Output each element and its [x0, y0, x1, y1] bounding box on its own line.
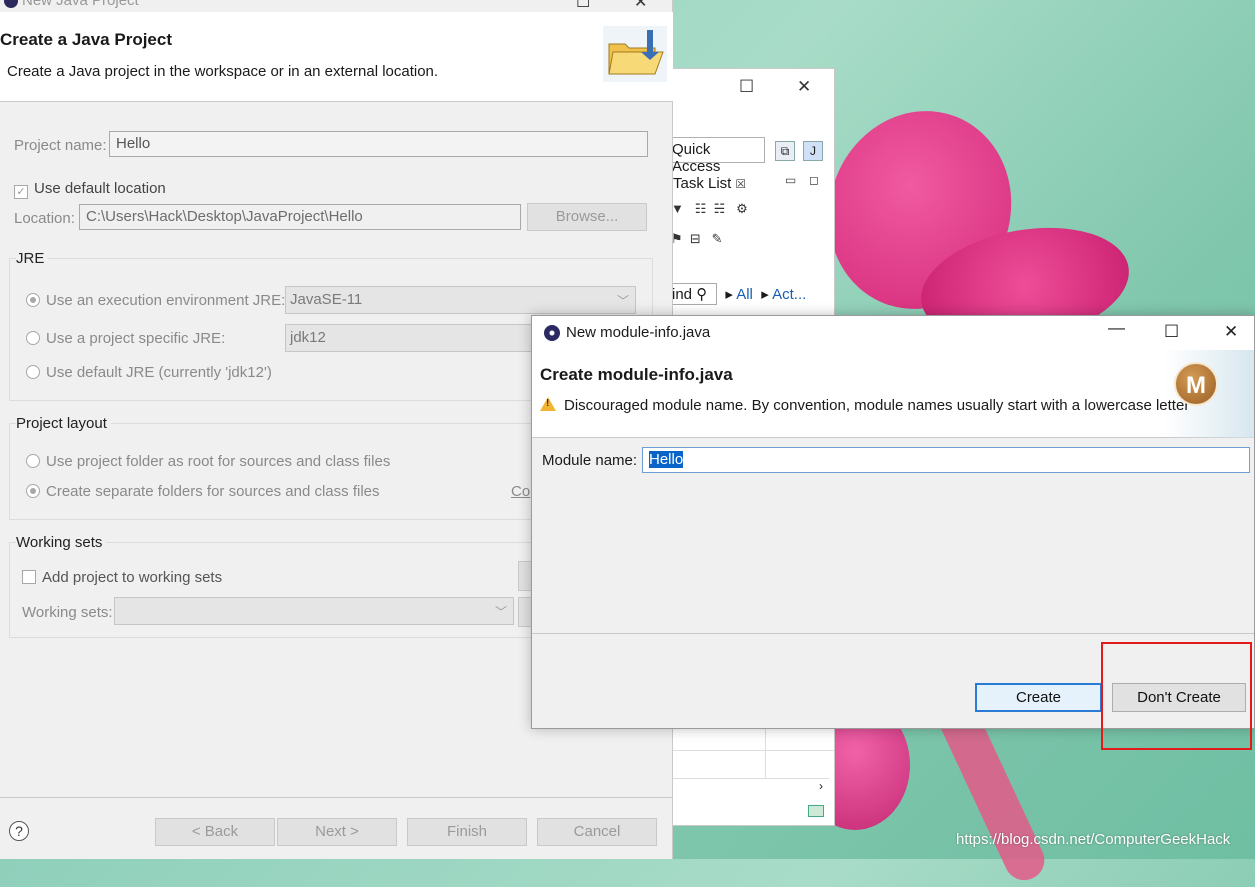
minimize-icon[interactable]: ▭	[785, 173, 796, 187]
window-title: New module-info.java	[566, 324, 711, 341]
page-title: Create module-info.java	[540, 365, 733, 384]
cancel-button[interactable]: Cancel	[537, 818, 657, 846]
jre-env-select[interactable]: JavaSE-11 ﹀	[285, 286, 636, 314]
checkbox-icon: ✓	[14, 185, 28, 199]
task-list-tab[interactable]: Task List ☒	[673, 175, 746, 192]
java-perspective-icon[interactable]: J	[803, 141, 823, 161]
working-sets-field-label: Working sets:	[22, 604, 113, 621]
status-icon	[808, 805, 824, 817]
maximize-icon[interactable]: ☐	[1164, 322, 1179, 342]
project-name-label: Project name:	[14, 137, 107, 154]
horizontal-scrollbar[interactable]: ›	[669, 778, 829, 798]
project-layout-label: Project layout	[16, 415, 111, 432]
close-tab-icon[interactable]: ☒	[735, 177, 746, 191]
chevron-down-icon: ﹀	[494, 605, 507, 619]
layout-root-radio[interactable]: Use project folder as root for sources a…	[26, 453, 390, 470]
finish-button[interactable]: Finish	[407, 818, 527, 846]
button-bar-divider	[532, 633, 1254, 634]
jre-default-radio[interactable]: Use default JRE (currently 'jdk12')	[26, 364, 272, 381]
add-working-sets-checkbox[interactable]: Add project to working sets	[22, 569, 222, 586]
use-default-location-checkbox[interactable]: ✓ Use default location	[14, 180, 166, 199]
workbench-titlebar: ☐ ✕	[661, 69, 834, 105]
open-perspective-icon[interactable]: ⧉	[775, 141, 795, 161]
jre-env-radio[interactable]: Use an execution environment JRE:	[26, 292, 285, 309]
dialog-titlebar: New Java Project	[0, 0, 139, 12]
button-bar-divider	[0, 797, 673, 798]
eclipse-logo-icon	[4, 0, 18, 9]
eclipse-logo-icon	[544, 325, 560, 341]
module-name-value: Hello	[649, 451, 684, 468]
warning-text: Discouraged module name. By convention, …	[564, 397, 1190, 414]
collapse-icon[interactable]: ⊟	[690, 231, 701, 246]
working-sets-label: Working sets	[16, 534, 107, 551]
configure-default-link[interactable]: Co	[511, 483, 530, 500]
task-toolbar-2: ⚑ ⊟ ✎	[671, 231, 723, 247]
activate-link[interactable]: Act...	[772, 286, 806, 303]
sync-icon[interactable]: ⚙	[736, 201, 748, 216]
chevron-down-icon: ﹀	[616, 294, 629, 308]
back-button[interactable]: < Back	[155, 818, 275, 846]
minimize-icon[interactable]: —	[1108, 318, 1125, 338]
task-filter-row: ind ⚲ ▸ All ▸ Act...	[669, 283, 806, 305]
task-list-label: Task List	[673, 175, 732, 192]
browse-button[interactable]: Browse...	[527, 203, 647, 231]
module-badge-icon: M	[1174, 362, 1218, 406]
project-name-input[interactable]: Hello	[109, 131, 648, 157]
watermark-text: https://blog.csdn.net/ComputerGeekHack	[956, 831, 1231, 848]
wizard-header: Create a Java Project Create a Java proj…	[0, 12, 673, 102]
new-folder-icon	[603, 26, 667, 82]
create-button[interactable]: Create	[975, 683, 1102, 712]
warning-message: Discouraged module name. By convention, …	[540, 397, 1189, 414]
location-label: Location:	[14, 210, 75, 227]
wizard-header: Create module-info.java Discouraged modu…	[532, 350, 1254, 438]
dialog-titlebar: New module-info.java — ☐ ✕	[532, 316, 1254, 350]
close-icon[interactable]: ✕	[1224, 322, 1238, 342]
jre-specific-radio[interactable]: Use a project specific JRE:	[26, 330, 225, 347]
next-button[interactable]: Next >	[277, 818, 397, 846]
layout-separate-radio[interactable]: Create separate folders for sources and …	[26, 483, 380, 500]
all-link[interactable]: All	[736, 286, 753, 303]
warning-icon	[540, 397, 556, 411]
quick-access-field[interactable]: Quick Access	[669, 137, 765, 175]
module-name-label: Module name:	[542, 452, 638, 469]
working-sets-select[interactable]: ﹀	[114, 597, 514, 625]
new-task-icon[interactable]: ✎	[712, 231, 723, 246]
maximize-icon[interactable]: ☐	[576, 0, 590, 12]
location-input[interactable]: C:\Users\Hack\Desktop\JavaProject\Hello	[79, 204, 521, 230]
categorize-icon[interactable]: ☷	[695, 201, 707, 216]
close-icon[interactable]: ✕	[634, 0, 647, 12]
close-icon[interactable]: ✕	[797, 77, 811, 97]
page-description: Create a Java project in the workspace o…	[7, 63, 439, 80]
filter-icon[interactable]: ☵	[714, 201, 726, 216]
help-icon[interactable]: ?	[9, 821, 29, 841]
jre-group-label: JRE	[16, 250, 49, 267]
page-title: Create a Java Project	[0, 30, 172, 49]
use-default-location-label: Use default location	[34, 180, 166, 197]
maximize-icon[interactable]: ◻	[809, 173, 819, 187]
find-field[interactable]: ind ⚲	[669, 283, 717, 305]
maximize-icon[interactable]: ☐	[739, 77, 754, 97]
highlight-annotation-box	[1101, 642, 1252, 750]
module-name-input[interactable]: Hello	[642, 447, 1250, 473]
window-title: New Java Project	[22, 0, 139, 9]
task-toolbar: ▼ ☷ ☵ ⚙	[671, 201, 748, 217]
